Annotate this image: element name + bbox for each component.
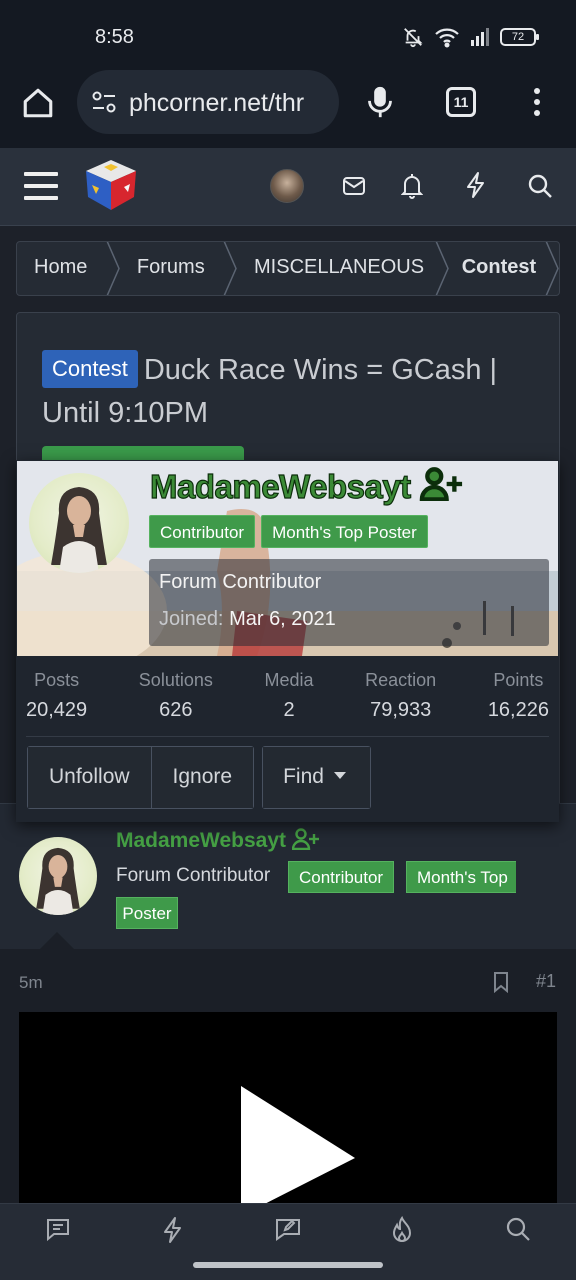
stat-label: Media [264,670,314,690]
status-time: 8:58 [95,26,134,48]
bell-icon[interactable] [401,172,423,200]
breadcrumb-forums-label: Forums [136,256,205,278]
post-author-section: MadameWebsayt Forum Contributor Contribu… [0,803,576,950]
bottom-nav [0,1203,576,1280]
contributor-badge: Contributor [149,515,256,548]
site-header [0,148,576,226]
stat-value: 16,226 [487,699,549,721]
stat-label: Solutions [138,670,213,690]
site-settings-icon[interactable] [91,90,117,114]
status-bar: 8:58 72 [0,0,576,70]
status-icons: 72 [402,26,539,48]
chat-icon[interactable] [45,1216,71,1242]
chevron-right-icon [435,242,449,295]
battery-icon: 72 [500,28,539,46]
signal-icon [470,28,490,46]
stat-solutions[interactable]: Solutions 626 [139,670,213,722]
play-icon[interactable] [241,1086,355,1216]
top-poster-badge: Month's Top [406,861,516,893]
find-group: Find [262,746,371,809]
search-icon[interactable] [505,1216,531,1242]
post-number[interactable]: #1 [536,971,556,992]
follow-user-icon [419,467,465,501]
post-author-avatar[interactable] [19,837,97,915]
follow-user-icon [291,828,320,850]
post-timestamp[interactable]: 5m [19,973,43,993]
card-actions: Unfollow Ignore Find [27,746,371,809]
search-icon[interactable] [527,173,553,199]
microphone-icon[interactable] [366,84,394,120]
top-poster-badge: Month's Top Poster [261,515,428,548]
url-text[interactable]: phcorner.net/thr [129,89,304,118]
bolt-icon[interactable] [162,1216,182,1244]
post-author-name[interactable]: MadameWebsayt [116,828,320,853]
site-logo[interactable] [84,157,138,213]
card-avatar[interactable] [29,473,129,573]
member-tooltip-card: MadameWebsayt Contributor Month's Top Po… [16,460,559,822]
card-username-text: MadameWebsayt [149,467,411,505]
breadcrumb-home[interactable]: Home [17,242,106,295]
stat-reaction[interactable]: Reaction 79,933 [365,670,436,722]
breadcrumb-miscellaneous-label: MISCELLANEOUS [254,256,425,278]
stat-value: 79,933 [370,699,432,721]
tabs-button[interactable]: 11 [446,87,476,117]
stat-label: Posts [34,670,80,690]
post-author-name-text: MadameWebsayt [116,829,287,852]
thread-prefix-badge[interactable]: Contest [42,350,138,388]
unfollow-button[interactable]: Unfollow [28,747,151,808]
card-joined: Joined: Mar 6, 2021 [159,608,336,631]
breadcrumb-miscellaneous[interactable]: MISCELLANEOUS [237,242,435,295]
bookmark-icon[interactable] [493,971,509,993]
top-poster-badge-continued: Poster [116,897,178,929]
stat-value: 626 [159,699,193,721]
breadcrumb-contest-label: Contest [461,256,537,278]
browser-menu-icon[interactable] [529,86,545,118]
stat-value: 20,429 [26,699,88,721]
chevron-right-icon [223,242,237,295]
breadcrumb-contest[interactable]: Contest [449,242,545,295]
stat-points[interactable]: Points 16,226 [488,670,549,722]
card-info-box: Forum Contributor Joined: Mar 6, 2021 [149,559,549,646]
stat-label: Reaction [365,670,437,690]
follow-ignore-group: Unfollow Ignore [27,746,255,809]
url-bar[interactable]: phcorner.net/thr [77,70,339,134]
ignore-button[interactable]: Ignore [150,747,254,808]
joined-label: Joined: [159,608,224,630]
avatar[interactable] [270,169,304,203]
find-button-label: Find [283,765,324,788]
chevron-right-icon [106,242,120,295]
new-post-icon[interactable] [274,1216,302,1242]
trending-fire-icon[interactable] [390,1216,414,1244]
stat-media[interactable]: Media 2 [264,670,313,722]
card-username[interactable]: MadameWebsayt [149,467,465,506]
breadcrumb: Home Forums MISCELLANEOUS Contest [16,241,560,296]
breadcrumb-forums[interactable]: Forums [120,242,223,295]
stat-value: 2 [283,699,295,721]
card-stats: Posts 20,429 Solutions 626 Media 2 React… [16,670,559,722]
home-icon[interactable] [21,86,55,120]
profile-banner: MadameWebsayt Contributor Month's Top Po… [17,461,558,656]
thread-title: Contest Duck Race Wins = GCash | Until 9:… [42,349,542,435]
wifi-icon [434,26,460,48]
card-user-title: Forum Contributor [159,571,322,593]
chevron-down-icon [333,772,346,780]
find-button[interactable]: Find [263,747,370,808]
joined-date: Mar 6, 2021 [229,608,336,630]
breadcrumb-home-label: Home [34,256,88,278]
stat-posts[interactable]: Posts 20,429 [26,670,87,722]
browser-bar: phcorner.net/thr 11 [0,70,576,148]
chevron-right-icon [545,242,559,295]
divider [26,736,549,737]
hamburger-menu-icon[interactable] [24,172,58,200]
stat-label: Points [493,670,544,690]
contributor-badge: Contributor [288,861,395,893]
post-author-title: Forum Contributor [116,865,271,886]
mute-icon [402,26,424,48]
message-caret [39,932,75,950]
inbox-icon[interactable] [342,175,366,197]
bolt-icon[interactable] [465,171,485,199]
card-badges: Contributor Month's Top Poster [149,515,428,548]
home-gesture-bar[interactable] [193,1262,383,1268]
